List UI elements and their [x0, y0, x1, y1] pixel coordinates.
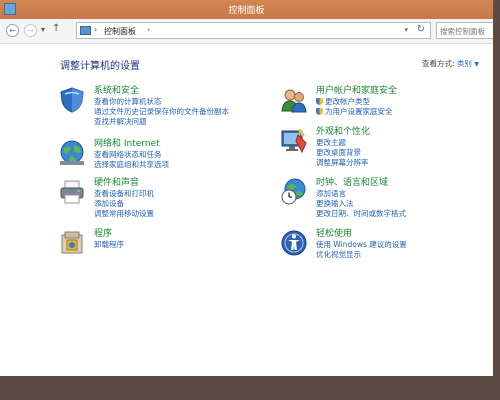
chevron-right-icon[interactable]: › — [94, 25, 97, 34]
link-label: 为用户设置家庭安全 — [325, 107, 393, 116]
title-bar[interactable]: 控制面板 — [0, 0, 493, 19]
category-link[interactable]: 查看网络状态和任务 — [94, 150, 169, 160]
category-link[interactable]: 更改日期、时间或数字格式 — [316, 209, 406, 219]
category-link[interactable]: 更改桌面背景 — [316, 148, 370, 158]
printer-icon[interactable] — [58, 178, 86, 206]
category-link[interactable]: 更换输入法 — [316, 199, 406, 209]
uac-shield-icon — [316, 108, 323, 115]
category-heading[interactable]: 外观和个性化 — [316, 127, 370, 138]
address-bar[interactable]: › 控制面板 › ▾ ↻ — [76, 22, 431, 39]
category-link[interactable]: 查看设备和打印机 — [94, 189, 154, 199]
programs-icon[interactable] — [58, 229, 86, 257]
category-link[interactable]: 卸载程序 — [94, 240, 124, 250]
recent-locations-icon[interactable]: ▾ — [41, 25, 45, 34]
category-link[interactable]: 更改帐户类型 — [316, 97, 397, 107]
category-heading[interactable]: 系统和安全 — [94, 86, 229, 97]
refresh-icon[interactable]: ↻ — [417, 24, 425, 35]
view-by-value[interactable]: 类别 — [457, 59, 472, 68]
chevron-down-icon[interactable]: ▾ — [404, 26, 408, 34]
up-button[interactable]: ↑ — [52, 23, 60, 34]
category-link[interactable]: 调整常用移动设置 — [94, 209, 154, 219]
page-title: 调整计算机的设置 — [60, 61, 140, 72]
category-heading[interactable]: 用户帐户和家庭安全 — [316, 86, 397, 97]
category-link[interactable]: 为用户设置家庭安全 — [316, 107, 397, 117]
category-link[interactable]: 选择家庭组和共享选项 — [94, 160, 169, 170]
category-link[interactable]: 使用 Windows 建议的设置 — [316, 240, 407, 250]
main-content: 调整计算机的设置 查看方式: 类别 ▼ 系统和安全 查看你的计算机状态 通过文件… — [0, 44, 493, 376]
users-icon[interactable] — [280, 86, 308, 114]
category-link[interactable]: 添加设备 — [94, 199, 154, 209]
breadcrumb[interactable]: 控制面板 — [104, 26, 136, 37]
back-button[interactable]: ← — [6, 24, 19, 37]
link-label: 更改帐户类型 — [325, 97, 370, 106]
category-heading[interactable]: 程序 — [94, 229, 124, 240]
category-link[interactable]: 更改主题 — [316, 138, 370, 148]
forward-button[interactable]: → — [24, 24, 37, 37]
category-heading[interactable]: 时钟、语言和区域 — [316, 178, 406, 189]
chevron-down-icon[interactable]: ▼ — [474, 61, 479, 68]
category-heading[interactable]: 轻松使用 — [316, 229, 407, 240]
category-link[interactable]: 查找并解决问题 — [94, 117, 229, 127]
uac-shield-icon — [316, 98, 323, 105]
category-heading[interactable]: 网络和 Internet — [94, 139, 169, 150]
search-input[interactable]: 搜索控制面板 — [436, 22, 493, 39]
category-link[interactable]: 调整屏幕分辨率 — [316, 158, 370, 168]
view-by-label: 查看方式: — [422, 59, 455, 68]
network-globe-icon[interactable] — [58, 139, 86, 167]
ease-of-access-icon[interactable] — [280, 229, 308, 257]
navigation-toolbar: ← → ▾ ↑ › 控制面板 › ▾ ↻ 搜索控制面板 — [0, 19, 493, 44]
category-link[interactable]: 优化视觉显示 — [316, 250, 407, 260]
control-panel-icon — [80, 26, 91, 35]
control-panel-window: 控制面板 ← → ▾ ↑ › 控制面板 › ▾ ↻ 搜索控制面板 调整计算机的设… — [0, 0, 494, 377]
category-link[interactable]: 通过文件历史记录保存你的文件备份副本 — [94, 107, 229, 117]
window-title: 控制面板 — [228, 6, 265, 16]
view-by-control[interactable]: 查看方式: 类别 ▼ — [422, 58, 479, 69]
shield-icon[interactable] — [58, 86, 86, 114]
personalization-icon[interactable] — [280, 127, 308, 155]
category-heading[interactable]: 硬件和声音 — [94, 178, 154, 189]
chevron-right-icon[interactable]: › — [147, 25, 150, 34]
clock-globe-icon[interactable] — [280, 178, 308, 206]
category-link[interactable]: 添加语言 — [316, 189, 406, 199]
category-link[interactable]: 查看你的计算机状态 — [94, 97, 229, 107]
